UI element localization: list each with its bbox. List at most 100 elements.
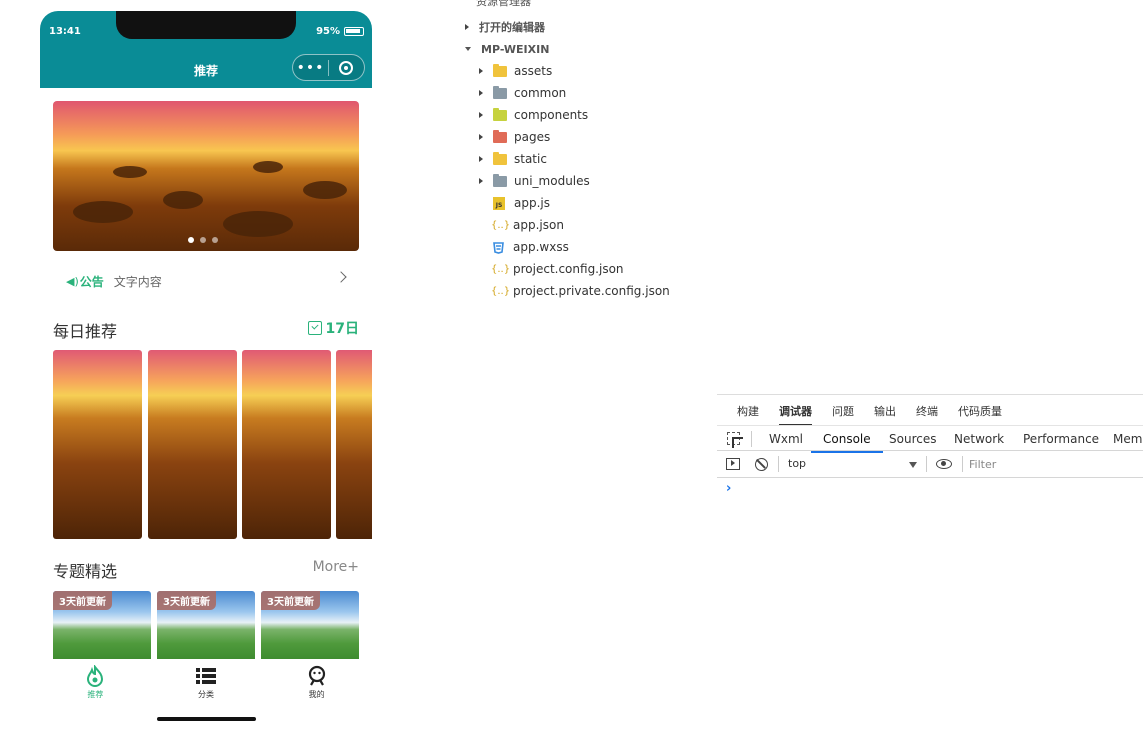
chevron-down-icon — [909, 462, 917, 468]
battery-percent: 95% — [316, 26, 340, 37]
phone-simulator: 13:41 95% 推荐 ••• ◀) 公告 文字内容 每日推荐 17日 专题精… — [40, 11, 372, 730]
context-value: top — [788, 457, 807, 470]
speaker-icon: ◀) — [66, 274, 79, 288]
carousel-dot[interactable] — [188, 237, 194, 243]
battery-icon — [344, 27, 364, 36]
tab-bar: 推荐 分类 我的 — [40, 659, 372, 707]
close-miniprogram-button[interactable] — [329, 60, 364, 75]
tree-item-label: app.js — [514, 196, 550, 210]
folder-icon — [493, 129, 507, 143]
carousel-dot[interactable] — [200, 237, 206, 243]
topics-section-title: 专题精选 — [53, 562, 118, 581]
tab-performance[interactable]: Performance — [1023, 432, 1099, 446]
panel-tab-terminal[interactable]: 终端 — [916, 403, 938, 419]
tree-item-label: pages — [514, 130, 551, 144]
device-notch — [116, 11, 296, 39]
tree-item-pages[interactable]: pages — [479, 126, 550, 148]
folder-icon — [493, 85, 507, 99]
list-icon — [196, 668, 216, 684]
banner-carousel[interactable] — [53, 101, 359, 251]
tab-sources[interactable]: Sources — [889, 432, 936, 446]
css-file-icon — [493, 241, 504, 254]
explorer-title: 资源管理器 — [476, 0, 531, 8]
sidebar-toggle-icon[interactable] — [726, 458, 740, 470]
panel-tab-code-quality[interactable]: 代码质量 — [958, 403, 1002, 419]
more-menu-button[interactable]: ••• — [293, 61, 328, 75]
update-badge: 3天前更新 — [261, 591, 320, 610]
tree-group-open-editors[interactable]: 打开的编辑器 — [465, 16, 545, 38]
status-time: 13:41 — [49, 26, 81, 37]
tree-item-label: project.config.json — [513, 262, 624, 276]
devtools-panel: 构建 调试器 问题 输出 终端 代码质量 Wxml Console Source… — [717, 394, 1143, 730]
tree-item-components[interactable]: components — [479, 104, 588, 126]
chevron-right-icon — [479, 90, 483, 96]
tree-item-label: uni_modules — [514, 174, 590, 188]
topic-card[interactable]: 3天前更新 — [157, 591, 255, 661]
chevron-right-icon — [479, 112, 483, 118]
panel-tab-debugger[interactable]: 调试器 — [779, 403, 812, 425]
daily-card[interactable] — [148, 350, 237, 539]
tree-item-common[interactable]: common — [479, 82, 566, 104]
tree-item-label: common — [514, 86, 567, 100]
topic-card[interactable]: 3天前更新 — [261, 591, 359, 661]
inspect-element-icon[interactable] — [727, 432, 743, 448]
tree-item-app-wxss[interactable]: app.wxss — [492, 236, 569, 258]
toolbar-divider — [778, 456, 779, 472]
tree-group-project[interactable]: MP-WEIXIN — [465, 38, 549, 60]
notice-bar[interactable]: ◀) 公告 文字内容 — [53, 263, 359, 299]
calendar-check-icon — [307, 321, 322, 335]
tab-recommend[interactable]: 推荐 — [40, 659, 151, 707]
toolbar-divider — [962, 456, 963, 472]
context-select[interactable]: top — [780, 454, 921, 474]
chevron-right-icon — [465, 24, 469, 30]
clear-console-icon[interactable] — [755, 458, 768, 471]
tab-console[interactable]: Console — [811, 432, 883, 453]
carousel-indicators — [188, 237, 218, 243]
daily-card[interactable] — [242, 350, 331, 539]
filter-input[interactable] — [969, 454, 1139, 474]
tab-mine[interactable]: 我的 — [261, 659, 372, 707]
console-prompt[interactable]: › — [726, 481, 731, 496]
tree-item-uni-modules[interactable]: uni_modules — [479, 170, 590, 192]
folder-icon — [493, 63, 507, 77]
status-battery: 95% — [316, 26, 364, 37]
tree-item-static[interactable]: static — [479, 148, 547, 170]
tree-item-app-js[interactable]: JS app.js — [493, 192, 550, 214]
daily-section-header: 每日推荐 17日 — [53, 316, 359, 341]
home-indicator — [157, 717, 256, 721]
tree-item-assets[interactable]: assets — [479, 60, 552, 82]
tab-wxml[interactable]: Wxml — [769, 432, 803, 446]
target-icon — [339, 60, 354, 75]
flame-icon — [87, 665, 104, 687]
tree-item-label: app.json — [513, 218, 564, 232]
status-bar: 13:41 95% — [40, 11, 372, 51]
update-badge: 3天前更新 — [157, 591, 216, 610]
panel-tab-problems[interactable]: 问题 — [832, 403, 854, 419]
daily-section-title: 每日推荐 — [53, 322, 118, 341]
file-explorer: 资源管理器 打开的编辑器 MP-WEIXIN assets common com… — [455, 0, 1143, 310]
toolbar-divider — [926, 456, 927, 472]
tree-item-app-json[interactable]: {..} app.json — [491, 214, 564, 236]
chevron-right-icon — [479, 178, 483, 184]
tree-item-project-config[interactable]: {..} project.config.json — [491, 258, 624, 280]
eye-icon[interactable] — [936, 459, 952, 469]
chevron-right-icon — [479, 68, 483, 74]
panel-tab-output[interactable]: 输出 — [874, 403, 896, 419]
tab-network[interactable]: Network — [954, 432, 1004, 446]
date-badge: 17日 — [307, 318, 359, 338]
tree-item-label: project.private.config.json — [513, 284, 670, 298]
devtools-tabs: Wxml Console Sources Network Performance… — [717, 425, 1143, 453]
panel-tab-build[interactable]: 构建 — [737, 403, 759, 419]
topic-card[interactable]: 3天前更新 — [53, 591, 151, 661]
daily-card[interactable] — [336, 350, 372, 539]
chevron-down-icon — [465, 47, 471, 51]
more-link[interactable]: More+ — [313, 559, 359, 575]
tab-category[interactable]: 分类 — [151, 659, 262, 707]
tab-memory[interactable]: Memo — [1113, 432, 1143, 446]
topics-section-header: 专题精选 More+ — [53, 556, 359, 581]
carousel-dot[interactable] — [212, 237, 218, 243]
daily-recommend-strip[interactable] — [53, 350, 372, 540]
daily-card[interactable] — [53, 350, 142, 539]
console-toolbar: top — [717, 451, 1143, 478]
tree-item-project-private-config[interactable]: {..} project.private.config.json — [491, 280, 670, 302]
